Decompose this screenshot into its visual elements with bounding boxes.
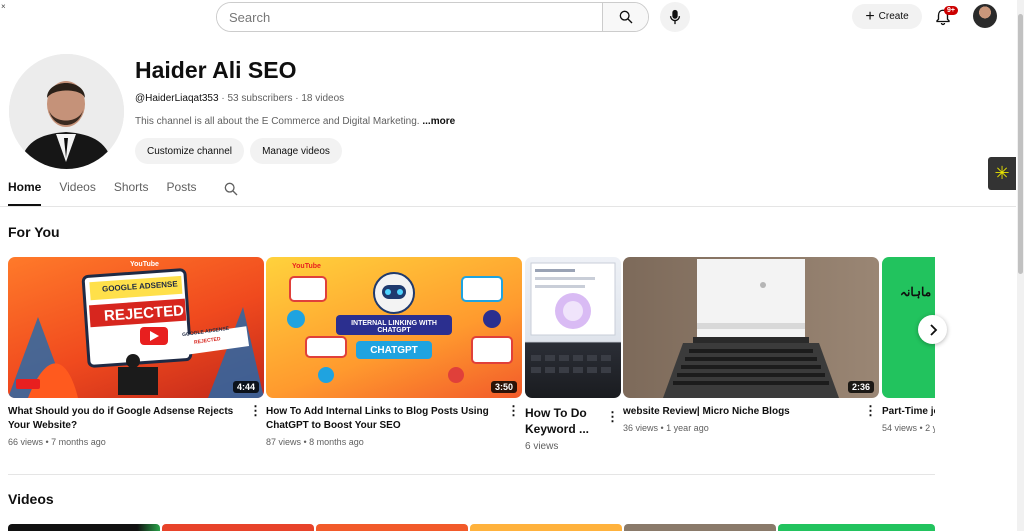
upload-age: 1 year ago <box>666 423 709 433</box>
tab-videos[interactable]: Videos <box>59 180 95 206</box>
channel-tabs: Home Videos Shorts Posts <box>8 180 215 206</box>
video-card[interactable]: ماہانہ Part-Time jo 54 views • 2 y <box>882 257 935 433</box>
thumbnail-brand: YouTube <box>292 263 321 270</box>
video-count: 18 videos <box>301 93 345 104</box>
voice-search-button[interactable] <box>660 2 690 32</box>
channel-handle: @HaiderLiaqat353 <box>135 93 219 104</box>
video-thumbnail[interactable] <box>470 524 622 531</box>
video-duration: 2:36 <box>847 381 874 393</box>
video-card[interactable]: 2:36 website Review| Micro Niche Blogs 3… <box>623 257 879 433</box>
more-actions-icon[interactable]: ⋮ <box>864 403 877 419</box>
thumbnail-headline: CHATGPT <box>370 345 418 356</box>
video-title[interactable]: Part-Time jo <box>882 405 935 419</box>
video-title[interactable]: How To Add Internal Links to Blog Posts … <box>266 405 522 433</box>
video-duration: 3:50 <box>490 381 517 393</box>
video-meta: 36 views • 1 year ago <box>623 423 709 433</box>
close-icon[interactable]: × <box>1 2 6 11</box>
section-title-videos: Videos <box>8 491 54 507</box>
tab-shorts[interactable]: Shorts <box>114 180 149 206</box>
video-thumbnail[interactable]: YouTube INTERNAL LINKING WITH CHATGPT CH… <box>266 257 522 398</box>
search-input[interactable] <box>217 3 602 31</box>
thumbnail-headline: ماہانہ <box>900 285 932 299</box>
video-meta: 87 views • 8 months ago <box>266 437 364 447</box>
video-meta: 66 views • 7 months ago <box>8 437 106 447</box>
notification-badge: 9+ <box>944 6 958 15</box>
upload-age: 8 months ago <box>309 437 364 447</box>
more-link[interactable]: ...more <box>422 116 455 127</box>
video-thumbnail[interactable]: 2:36 <box>623 257 879 398</box>
search-icon <box>619 10 632 24</box>
video-thumbnail[interactable]: YouTube GOOGLE ADSENSE REJECTED GOOGLE A… <box>8 257 264 398</box>
video-card[interactable]: YouTube INTERNAL LINKING WITH CHATGPT CH… <box>266 257 522 447</box>
channel-meta: @HaiderLiaqat353 · 53 subscribers · 18 v… <box>135 93 344 104</box>
tab-posts[interactable]: Posts <box>167 180 197 206</box>
account-avatar[interactable] <box>973 4 997 28</box>
carousel-next-button[interactable] <box>918 315 947 344</box>
upload-age: 2 y <box>925 423 935 433</box>
chevron-right-icon <box>929 323 937 336</box>
description-text: This channel is all about the E Commerce… <box>135 116 420 127</box>
channel-avatar <box>9 54 124 169</box>
short-card[interactable]: How To Do Keyword ... 6 views ⋮ <box>525 257 621 452</box>
video-thumbnail[interactable] <box>624 524 776 531</box>
thumbnail-headline: INTERNAL LINKING WITH CHATGPT <box>351 320 437 334</box>
video-thumbnail[interactable] <box>778 524 935 531</box>
video-card[interactable]: YouTube GOOGLE ADSENSE REJECTED GOOGLE A… <box>8 257 264 447</box>
tabs-divider <box>0 206 1016 207</box>
more-actions-icon[interactable]: ⋮ <box>507 403 520 419</box>
video-meta: 54 views • 2 y <box>882 423 935 433</box>
page-scrollbar[interactable] <box>1017 0 1024 531</box>
subscriber-count: 53 subscribers <box>227 93 293 104</box>
video-thumbnail[interactable] <box>162 524 314 531</box>
video-thumbnail[interactable] <box>525 257 621 398</box>
view-count: 87 views <box>266 437 302 447</box>
view-count: 36 views <box>623 423 659 433</box>
search-bar <box>216 2 649 32</box>
channel-search-icon[interactable] <box>223 181 239 197</box>
customize-channel-button[interactable]: Customize channel <box>135 138 244 164</box>
more-actions-icon[interactable]: ⋮ <box>249 403 262 419</box>
channel-name: Haider Ali SEO <box>135 57 297 83</box>
microphone-icon <box>669 9 681 25</box>
video-duration: 4:44 <box>232 381 259 393</box>
create-label: Create <box>878 11 909 22</box>
video-meta: 6 views <box>525 441 621 452</box>
view-count: 6 views <box>525 441 559 452</box>
search-button[interactable] <box>602 3 648 31</box>
view-count: 66 views <box>8 437 44 447</box>
section-divider <box>8 474 935 475</box>
create-button[interactable]: + Create <box>852 4 922 29</box>
video-title[interactable]: What Should you do if Google Adsense Rej… <box>8 405 264 433</box>
extension-widget-icon[interactable]: ✳ <box>988 157 1016 190</box>
plus-icon: + <box>865 7 875 25</box>
section-title-for-you: For You <box>8 224 60 240</box>
video-thumbnail[interactable] <box>316 524 468 531</box>
thumbnail-brand: YouTube <box>130 261 159 268</box>
video-thumbnail[interactable] <box>8 524 160 531</box>
upload-age: 7 months ago <box>51 437 106 447</box>
video-title[interactable]: website Review| Micro Niche Blogs <box>623 405 879 419</box>
manage-videos-button[interactable]: Manage videos <box>250 138 342 164</box>
channel-description[interactable]: This channel is all about the E Commerce… <box>135 116 455 127</box>
tab-home[interactable]: Home <box>8 180 42 206</box>
scrollbar-thumb[interactable] <box>1018 14 1023 274</box>
view-count: 54 views <box>882 423 918 433</box>
more-actions-icon[interactable]: ⋮ <box>606 409 619 425</box>
